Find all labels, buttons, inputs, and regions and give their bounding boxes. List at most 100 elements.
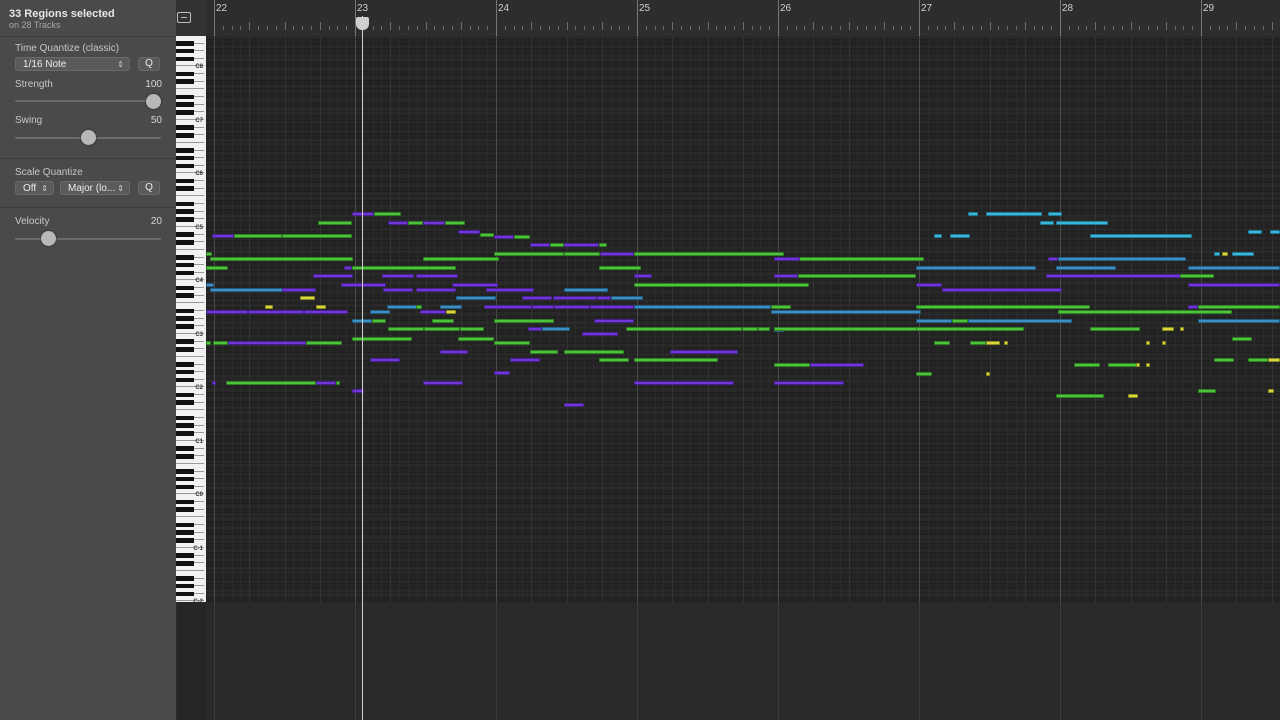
black-key[interactable]: [176, 262, 194, 268]
midi-note[interactable]: [1004, 341, 1008, 345]
black-key[interactable]: [176, 415, 194, 421]
midi-note[interactable]: [306, 341, 342, 345]
midi-note[interactable]: [282, 288, 316, 292]
midi-note[interactable]: [494, 252, 564, 256]
black-key[interactable]: [176, 507, 194, 513]
midi-note[interactable]: [423, 257, 499, 261]
midi-note[interactable]: [1188, 305, 1198, 309]
midi-note[interactable]: [970, 341, 986, 345]
midi-note[interactable]: [968, 212, 978, 216]
midi-note[interactable]: [1090, 234, 1192, 238]
midi-note[interactable]: [1090, 327, 1140, 331]
black-key[interactable]: [176, 71, 194, 77]
midi-note[interactable]: [416, 274, 458, 278]
black-key[interactable]: [176, 201, 194, 207]
black-key[interactable]: [176, 560, 194, 566]
midi-note[interactable]: [530, 243, 550, 247]
midi-note[interactable]: [445, 221, 465, 225]
black-key[interactable]: [176, 583, 194, 589]
midi-note[interactable]: [336, 381, 340, 385]
midi-note[interactable]: [370, 358, 400, 362]
midi-note[interactable]: [554, 305, 590, 309]
midi-note[interactable]: [383, 288, 413, 292]
black-key[interactable]: [176, 591, 194, 597]
black-key[interactable]: [176, 392, 194, 398]
black-key[interactable]: [176, 446, 194, 451]
midi-note[interactable]: [590, 305, 634, 309]
midi-note[interactable]: [313, 274, 353, 278]
midi-note[interactable]: [742, 327, 758, 331]
midi-note[interactable]: [1270, 230, 1280, 234]
black-key[interactable]: [176, 79, 194, 85]
black-key[interactable]: [176, 423, 194, 428]
black-key[interactable]: [176, 186, 194, 192]
midi-note[interactable]: [542, 327, 570, 331]
midi-note[interactable]: [1198, 389, 1216, 393]
midi-note[interactable]: [916, 319, 952, 323]
black-key[interactable]: [176, 453, 194, 459]
midi-note[interactable]: [1056, 266, 1116, 270]
black-key[interactable]: [176, 270, 194, 276]
midi-note[interactable]: [634, 283, 809, 287]
black-key[interactable]: [176, 469, 194, 474]
black-key[interactable]: [176, 155, 194, 161]
strength-slider-track[interactable]: [15, 100, 161, 102]
midi-note[interactable]: [1048, 257, 1058, 261]
midi-note[interactable]: [670, 350, 738, 354]
black-key[interactable]: [176, 431, 194, 436]
midi-note[interactable]: [382, 274, 414, 278]
midi-note[interactable]: [774, 257, 800, 261]
midi-note[interactable]: [213, 341, 228, 345]
midi-note[interactable]: [234, 234, 282, 238]
black-key[interactable]: [176, 209, 194, 214]
midi-note[interactable]: [408, 221, 423, 225]
midi-note[interactable]: [1048, 212, 1062, 216]
midi-note[interactable]: [774, 274, 798, 278]
midi-note[interactable]: [374, 212, 401, 216]
midi-note[interactable]: [1188, 283, 1280, 287]
black-key[interactable]: [176, 102, 194, 107]
midi-note[interactable]: [432, 319, 454, 323]
midi-note[interactable]: [420, 310, 446, 314]
midi-note[interactable]: [494, 371, 510, 375]
midi-note[interactable]: [206, 341, 211, 345]
black-key[interactable]: [176, 538, 194, 543]
midi-note[interactable]: [248, 310, 304, 314]
black-key[interactable]: [176, 476, 194, 482]
scale-quantize-q-button[interactable]: Q: [138, 181, 160, 195]
black-key[interactable]: [176, 576, 194, 581]
midi-note[interactable]: [486, 288, 534, 292]
black-key[interactable]: [176, 94, 194, 100]
midi-note[interactable]: [388, 327, 424, 331]
midi-note[interactable]: [599, 266, 641, 270]
midi-note[interactable]: [265, 305, 273, 309]
midi-note[interactable]: [206, 310, 248, 314]
midi-note[interactable]: [626, 327, 742, 331]
midi-note[interactable]: [530, 350, 558, 354]
midi-note[interactable]: [452, 283, 498, 287]
midi-note[interactable]: [532, 305, 554, 309]
black-key[interactable]: [176, 239, 194, 245]
black-key[interactable]: [176, 125, 194, 130]
midi-note[interactable]: [416, 288, 456, 292]
midi-note[interactable]: [634, 252, 784, 256]
midi-note[interactable]: [1136, 363, 1140, 367]
midi-note[interactable]: [771, 310, 921, 314]
black-key[interactable]: [176, 484, 194, 490]
midi-note[interactable]: [1214, 358, 1234, 362]
midi-note[interactable]: [916, 283, 942, 287]
midi-note[interactable]: [316, 305, 326, 309]
midi-note[interactable]: [514, 235, 530, 239]
midi-note[interactable]: [774, 363, 810, 367]
midi-note[interactable]: [1198, 319, 1280, 323]
midi-note[interactable]: [1056, 221, 1108, 225]
midi-note[interactable]: [942, 288, 1062, 292]
midi-note[interactable]: [304, 310, 348, 314]
midi-note[interactable]: [564, 403, 584, 407]
midi-note[interactable]: [1188, 266, 1280, 270]
velocity-slider-thumb[interactable]: [41, 231, 57, 246]
piano-keyboard[interactable]: C8 C7 C6 C5 C4 C3 C2 C1 C0 C-1 C-2: [176, 36, 206, 602]
midi-note[interactable]: [916, 305, 1090, 309]
midi-note[interactable]: [206, 283, 214, 287]
midi-note[interactable]: [774, 381, 844, 385]
